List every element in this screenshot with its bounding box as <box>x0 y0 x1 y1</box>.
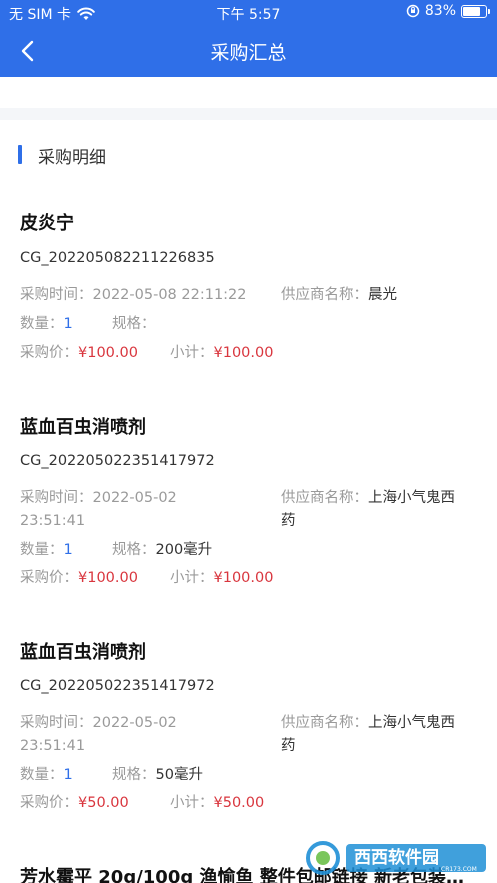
item-code: CG_202205022351417972 <box>20 678 215 694</box>
time-row-cont: 23:51:41 <box>20 510 85 533</box>
time-value: 2022-05-02 <box>92 490 177 506</box>
price-label: 采购价： <box>20 570 78 586</box>
status-bar: 无 SIM 卡 下午 5:57 83% <box>0 0 497 26</box>
supplier-value: 晨光 <box>368 287 397 303</box>
qty-row: 数量：1 <box>20 313 73 336</box>
qty-row: 数量：1 <box>20 764 73 787</box>
qty-row: 数量：1 <box>20 539 73 562</box>
price-label: 采购价： <box>20 795 78 811</box>
qty-label: 数量： <box>20 767 64 783</box>
supplier-label: 供应商名称： <box>281 715 368 731</box>
subtotal-row: 小计：¥100.00 <box>170 342 273 365</box>
subtotal-label: 小计： <box>170 795 214 811</box>
section-header: 采购明细 <box>0 140 497 170</box>
subtotal-label: 小计： <box>170 570 214 586</box>
qty-value: 1 <box>63 767 73 783</box>
time-value: 2022-05-02 <box>92 715 177 731</box>
supplier-row: 供应商名称：上海小气鬼西 <box>281 487 455 510</box>
subtotal-label: 小计： <box>170 345 214 361</box>
time-label: 采购时间： <box>20 715 93 731</box>
time-value: 2022-05-08 22:11:22 <box>92 287 247 303</box>
watermark-text: 西西软件园 <box>354 847 439 868</box>
subtotal-row: 小计：¥50.00 <box>170 792 264 815</box>
status-right: 83% <box>406 3 490 19</box>
page-title: 采购汇总 <box>210 42 287 64</box>
watermark-sub: CR173.COM <box>441 866 477 873</box>
spec-label: 规格： <box>112 542 156 558</box>
item-code: CG_202205082211226835 <box>20 250 215 266</box>
supplier-value: 上海小气鬼西 <box>368 715 455 731</box>
supplier-value: 上海小气鬼西 <box>368 490 455 506</box>
qty-value: 1 <box>63 316 73 332</box>
app-header: 无 SIM 卡 下午 5:57 83% 采购汇总 <box>0 0 497 77</box>
qty-label: 数量： <box>20 316 64 332</box>
spec-row: 规格： <box>112 313 156 336</box>
spec-row: 规格：50毫升 <box>112 764 203 787</box>
qty-label: 数量： <box>20 542 64 558</box>
time-label: 采购时间： <box>20 287 93 303</box>
spec-label: 规格： <box>112 316 156 332</box>
battery-level <box>463 6 481 16</box>
divider-strip <box>0 108 497 120</box>
battery-percent: 83% <box>424 3 456 19</box>
supplier-value-cont: 药 <box>281 738 296 754</box>
price-row: 采购价：¥100.00 <box>20 567 138 590</box>
spec-label: 规格： <box>112 767 156 783</box>
supplier-row-cont: 药 <box>281 510 296 533</box>
purchase-item[interactable]: 皮炎宁 CG_202205082211226835 采购时间：2022-05-0… <box>0 209 497 379</box>
supplier-label: 供应商名称： <box>281 490 368 506</box>
time-row: 采购时间：2022-05-02 <box>20 712 177 735</box>
subtotal-value: ¥50.00 <box>213 795 265 811</box>
section-title: 采购明细 <box>38 148 106 168</box>
spec-row: 规格：200毫升 <box>112 539 212 562</box>
subtotal-row: 小计：¥100.00 <box>170 567 273 590</box>
qty-value: 1 <box>63 542 73 558</box>
item-name: 蓝血百虫消喷剂 <box>20 642 146 663</box>
battery-tip <box>488 8 490 14</box>
battery-icon <box>461 4 490 18</box>
time-value-cont: 23:51:41 <box>20 513 86 529</box>
supplier-row: 供应商名称：上海小气鬼西 <box>281 712 455 735</box>
subtotal-value: ¥100.00 <box>213 570 274 586</box>
watermark-logo: 西西软件园 CR173.COM <box>306 841 486 875</box>
supplier-row-cont: 药 <box>281 735 296 758</box>
subtotal-value: ¥100.00 <box>213 345 274 361</box>
section-accent-bar <box>18 145 22 164</box>
time-row: 采购时间：2022-05-02 <box>20 487 177 510</box>
price-value: ¥100.00 <box>78 345 138 361</box>
price-value: ¥100.00 <box>78 570 138 586</box>
supplier-row: 供应商名称：晨光 <box>281 284 397 307</box>
price-row: 采购价：¥100.00 <box>20 342 138 365</box>
price-label: 采购价： <box>20 345 78 361</box>
purchase-item[interactable]: 蓝血百虫消喷剂 CG_202205022351417972 采购时间：2022-… <box>0 638 497 828</box>
orientation-lock-icon <box>406 4 420 18</box>
item-name: 蓝血百虫消喷剂 <box>20 417 146 438</box>
item-name: 皮炎宁 <box>20 213 74 234</box>
price-row: 采购价：¥50.00 <box>20 792 129 815</box>
supplier-value-cont: 药 <box>281 513 296 529</box>
time-value-cont: 23:51:41 <box>20 738 86 754</box>
nav-bar: 采购汇总 <box>0 26 497 77</box>
time-label: 采购时间： <box>20 490 93 506</box>
time-row-cont: 23:51:41 <box>20 735 85 758</box>
item-code: CG_202205022351417972 <box>20 453 215 469</box>
spec-value: 200毫升 <box>155 542 213 558</box>
supplier-label: 供应商名称： <box>281 287 368 303</box>
time-row: 采购时间：2022-05-08 22:11:22 <box>20 284 247 307</box>
price-value: ¥50.00 <box>78 795 129 811</box>
spec-value: 50毫升 <box>155 767 203 783</box>
purchase-item[interactable]: 蓝血百虫消喷剂 CG_202205022351417972 采购时间：2022-… <box>0 413 497 603</box>
